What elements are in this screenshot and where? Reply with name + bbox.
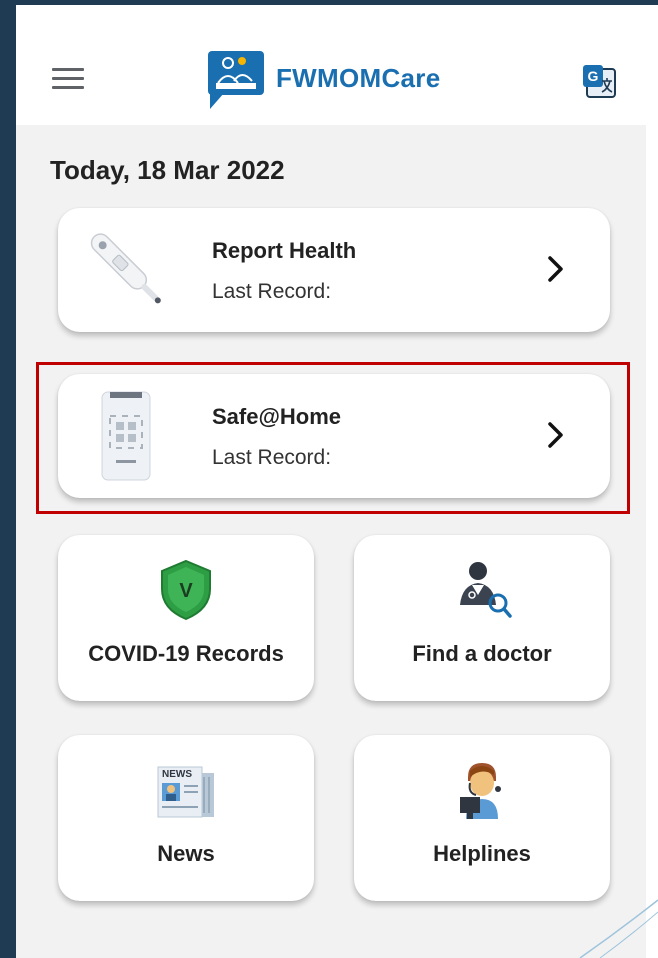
helpline-agent-icon [460, 763, 501, 819]
date-heading: Today, 18 Mar 2022 [50, 155, 285, 185]
card-subtitle: Last Record: [212, 280, 332, 303]
tile-label: Helplines [433, 841, 531, 866]
decorative-swoosh [579, 899, 658, 958]
svg-text:V: V [179, 580, 193, 602]
svg-text:NEWS: NEWS [162, 769, 192, 780]
frame-border-left [0, 0, 16, 958]
chevron-right-icon [548, 422, 563, 448]
card-title: Safe@Home [212, 404, 342, 429]
tile-label: Find a doctor [412, 641, 552, 666]
menu-icon[interactable] [52, 68, 84, 90]
find-doctor-tile[interactable]: Find a doctor [354, 535, 610, 701]
vaccine-shield-icon: V [161, 559, 211, 621]
newspaper-icon: NEWS [157, 766, 214, 818]
safe-at-home-card[interactable]: Safe@Home Last Record: [58, 374, 610, 498]
card-subtitle: Last Record: [212, 446, 332, 469]
covid-records-tile[interactable]: V COVID-19 Records [58, 535, 314, 701]
app-logo: FWMOMCare [206, 47, 440, 109]
helplines-tile[interactable]: Helplines [354, 735, 610, 901]
translate-icon[interactable]: G [581, 63, 617, 99]
tile-label: COVID-19 Records [88, 641, 284, 666]
card-title: Report Health [212, 238, 357, 263]
doctor-search-icon [460, 562, 512, 618]
svg-text:G: G [588, 68, 599, 84]
logo-icon [208, 51, 264, 109]
phone-frame: FWMOMCare G Today, 18 Mar 2022 Report He… [0, 0, 658, 958]
report-health-card[interactable]: Report Health Last Record: [58, 208, 610, 332]
news-tile[interactable]: NEWS News [58, 735, 314, 901]
chevron-right-icon [548, 256, 563, 282]
thermometer-icon [90, 233, 161, 304]
tile-label: News [157, 841, 215, 866]
app-title: FWMOMCare [276, 62, 441, 93]
device-icon [101, 391, 151, 481]
app-header: FWMOMCare G [16, 5, 646, 125]
app-screen: FWMOMCare G Today, 18 Mar 2022 Report He… [16, 5, 646, 958]
